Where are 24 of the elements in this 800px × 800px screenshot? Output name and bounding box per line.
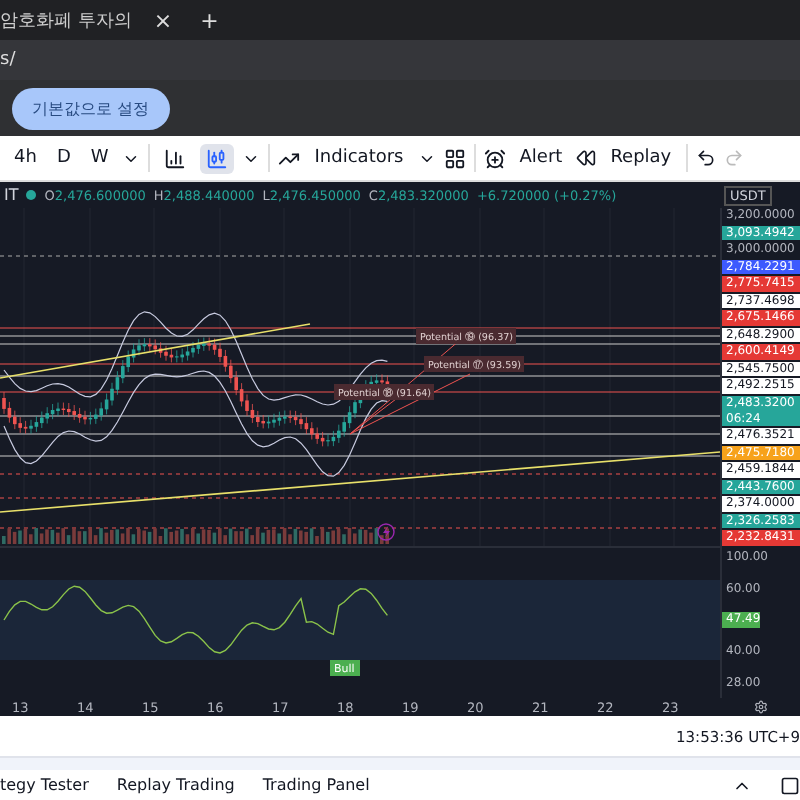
panel-tab[interactable]: Trading Panel [262, 776, 370, 794]
interval-button[interactable]: 4h [8, 144, 43, 172]
browser-tab-title[interactable]: 암호화폐 투자의 [0, 7, 132, 33]
alarm-clock-icon[interactable] [483, 147, 506, 169]
close-icon[interactable]: × [147, 7, 179, 33]
lightning-icon[interactable] [377, 523, 395, 541]
status-dot [26, 190, 37, 200]
reset-defaults-button[interactable]: 기본값으로 설정 [12, 87, 170, 129]
maximize-icon[interactable] [780, 775, 800, 795]
grid-icon[interactable] [443, 147, 466, 169]
replay-button[interactable]: Replay [604, 144, 678, 172]
candlestick-icon[interactable] [200, 143, 235, 173]
new-tab-button[interactable]: + [194, 7, 225, 33]
interval-button[interactable]: W [84, 144, 115, 172]
panel-tab[interactable]: Replay Trading [116, 776, 235, 794]
undo-icon[interactable] [695, 148, 716, 168]
address-field[interactable]: s/ [0, 50, 16, 70]
indicators-button[interactable]: Indicators [308, 144, 410, 172]
rewind-icon[interactable] [576, 148, 597, 168]
panel-tab[interactable]: tegy Tester [0, 776, 89, 794]
symbol-name: IT [4, 186, 19, 204]
interval-button[interactable]: D [50, 144, 77, 172]
alert-button[interactable]: Alert [513, 144, 569, 172]
settings-icon[interactable] [753, 700, 767, 714]
